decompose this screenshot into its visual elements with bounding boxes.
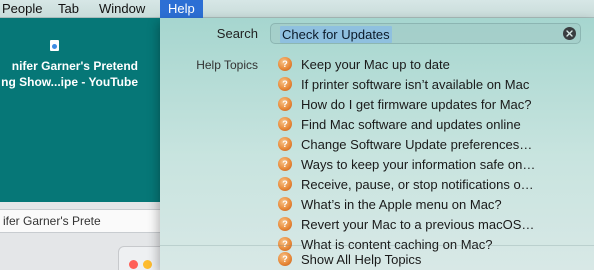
help-topic-icon (278, 97, 292, 111)
menu-tab[interactable]: Tab (50, 0, 87, 18)
help-topic-item[interactable]: Change Software Update preferences… (278, 134, 535, 154)
help-topic-item[interactable]: Find Mac software and updates online (278, 114, 535, 134)
help-topic-item[interactable]: Keep your Mac up to date (278, 54, 535, 74)
help-topic-icon (278, 157, 292, 171)
help-topics-list: Keep your Mac up to date If printer soft… (278, 54, 535, 254)
clear-search-icon[interactable] (563, 27, 576, 40)
minimize-window-icon[interactable] (143, 260, 152, 269)
help-topic-icon (278, 177, 292, 191)
help-topic-icon (278, 252, 292, 266)
help-topic-label: If printer software isn’t available on M… (301, 76, 530, 92)
help-topic-label: Ways to keep your information safe on… (301, 156, 536, 172)
menu-help[interactable]: Help (160, 0, 203, 18)
help-topic-item[interactable]: How do I get firmware updates for Mac? (278, 94, 535, 114)
show-all-help-topics-item[interactable]: Show All Help Topics (278, 249, 421, 269)
help-topic-label: How do I get firmware updates for Mac? (301, 96, 532, 112)
help-topic-icon (278, 197, 292, 211)
help-topic-label: Change Software Update preferences… (301, 136, 533, 152)
help-topic-item[interactable]: What’s in the Apple menu on Mac? (278, 194, 535, 214)
help-topics-label: Help Topics (196, 58, 258, 72)
help-topic-item[interactable]: Revert your Mac to a previous macOS… (278, 214, 535, 234)
menu-people[interactable]: People (0, 0, 50, 18)
help-topic-label: What’s in the Apple menu on Mac? (301, 196, 502, 212)
help-topic-label: Receive, pause, or stop notifications o… (301, 176, 534, 192)
menu-window[interactable]: Window (91, 0, 153, 18)
browser-tab-title[interactable]: nifer Garner's Pretend ng Show...ipe - Y… (0, 58, 160, 90)
help-topic-item[interactable]: Ways to keep your information safe on… (278, 154, 535, 174)
background-text-field[interactable]: ifer Garner's Prete (0, 209, 166, 233)
help-topic-icon (278, 137, 292, 151)
search-input-value: Check for Updates (280, 26, 392, 43)
help-topic-icon (278, 77, 292, 91)
background-field-text: ifer Garner's Prete (3, 214, 101, 228)
help-topic-icon (278, 57, 292, 71)
help-topic-icon (278, 117, 292, 131)
close-window-icon[interactable] (129, 260, 138, 269)
help-topic-label: Find Mac software and updates online (301, 116, 521, 132)
show-all-label: Show All Help Topics (301, 251, 422, 267)
search-label: Search (216, 26, 258, 41)
page-favicon-icon (50, 40, 59, 51)
menu-bar: People Tab Window Help (0, 0, 594, 18)
help-topic-item[interactable]: Receive, pause, or stop notifications o… (278, 174, 535, 194)
help-search-input[interactable]: Check for Updates (270, 23, 581, 44)
help-topic-label: Keep your Mac up to date (301, 56, 450, 72)
menu-separator (160, 245, 594, 246)
help-topic-label: Revert your Mac to a previous macOS… (301, 216, 535, 232)
tab-title-line-2: ng Show...ipe - YouTube (1, 75, 138, 89)
tab-title-line-1: nifer Garner's Pretend (11, 59, 138, 73)
help-topic-item[interactable]: If printer software isn’t available on M… (278, 74, 535, 94)
help-topic-icon (278, 217, 292, 231)
help-menu-dropdown: Search Check for Updates Help Topics Kee… (160, 18, 594, 270)
